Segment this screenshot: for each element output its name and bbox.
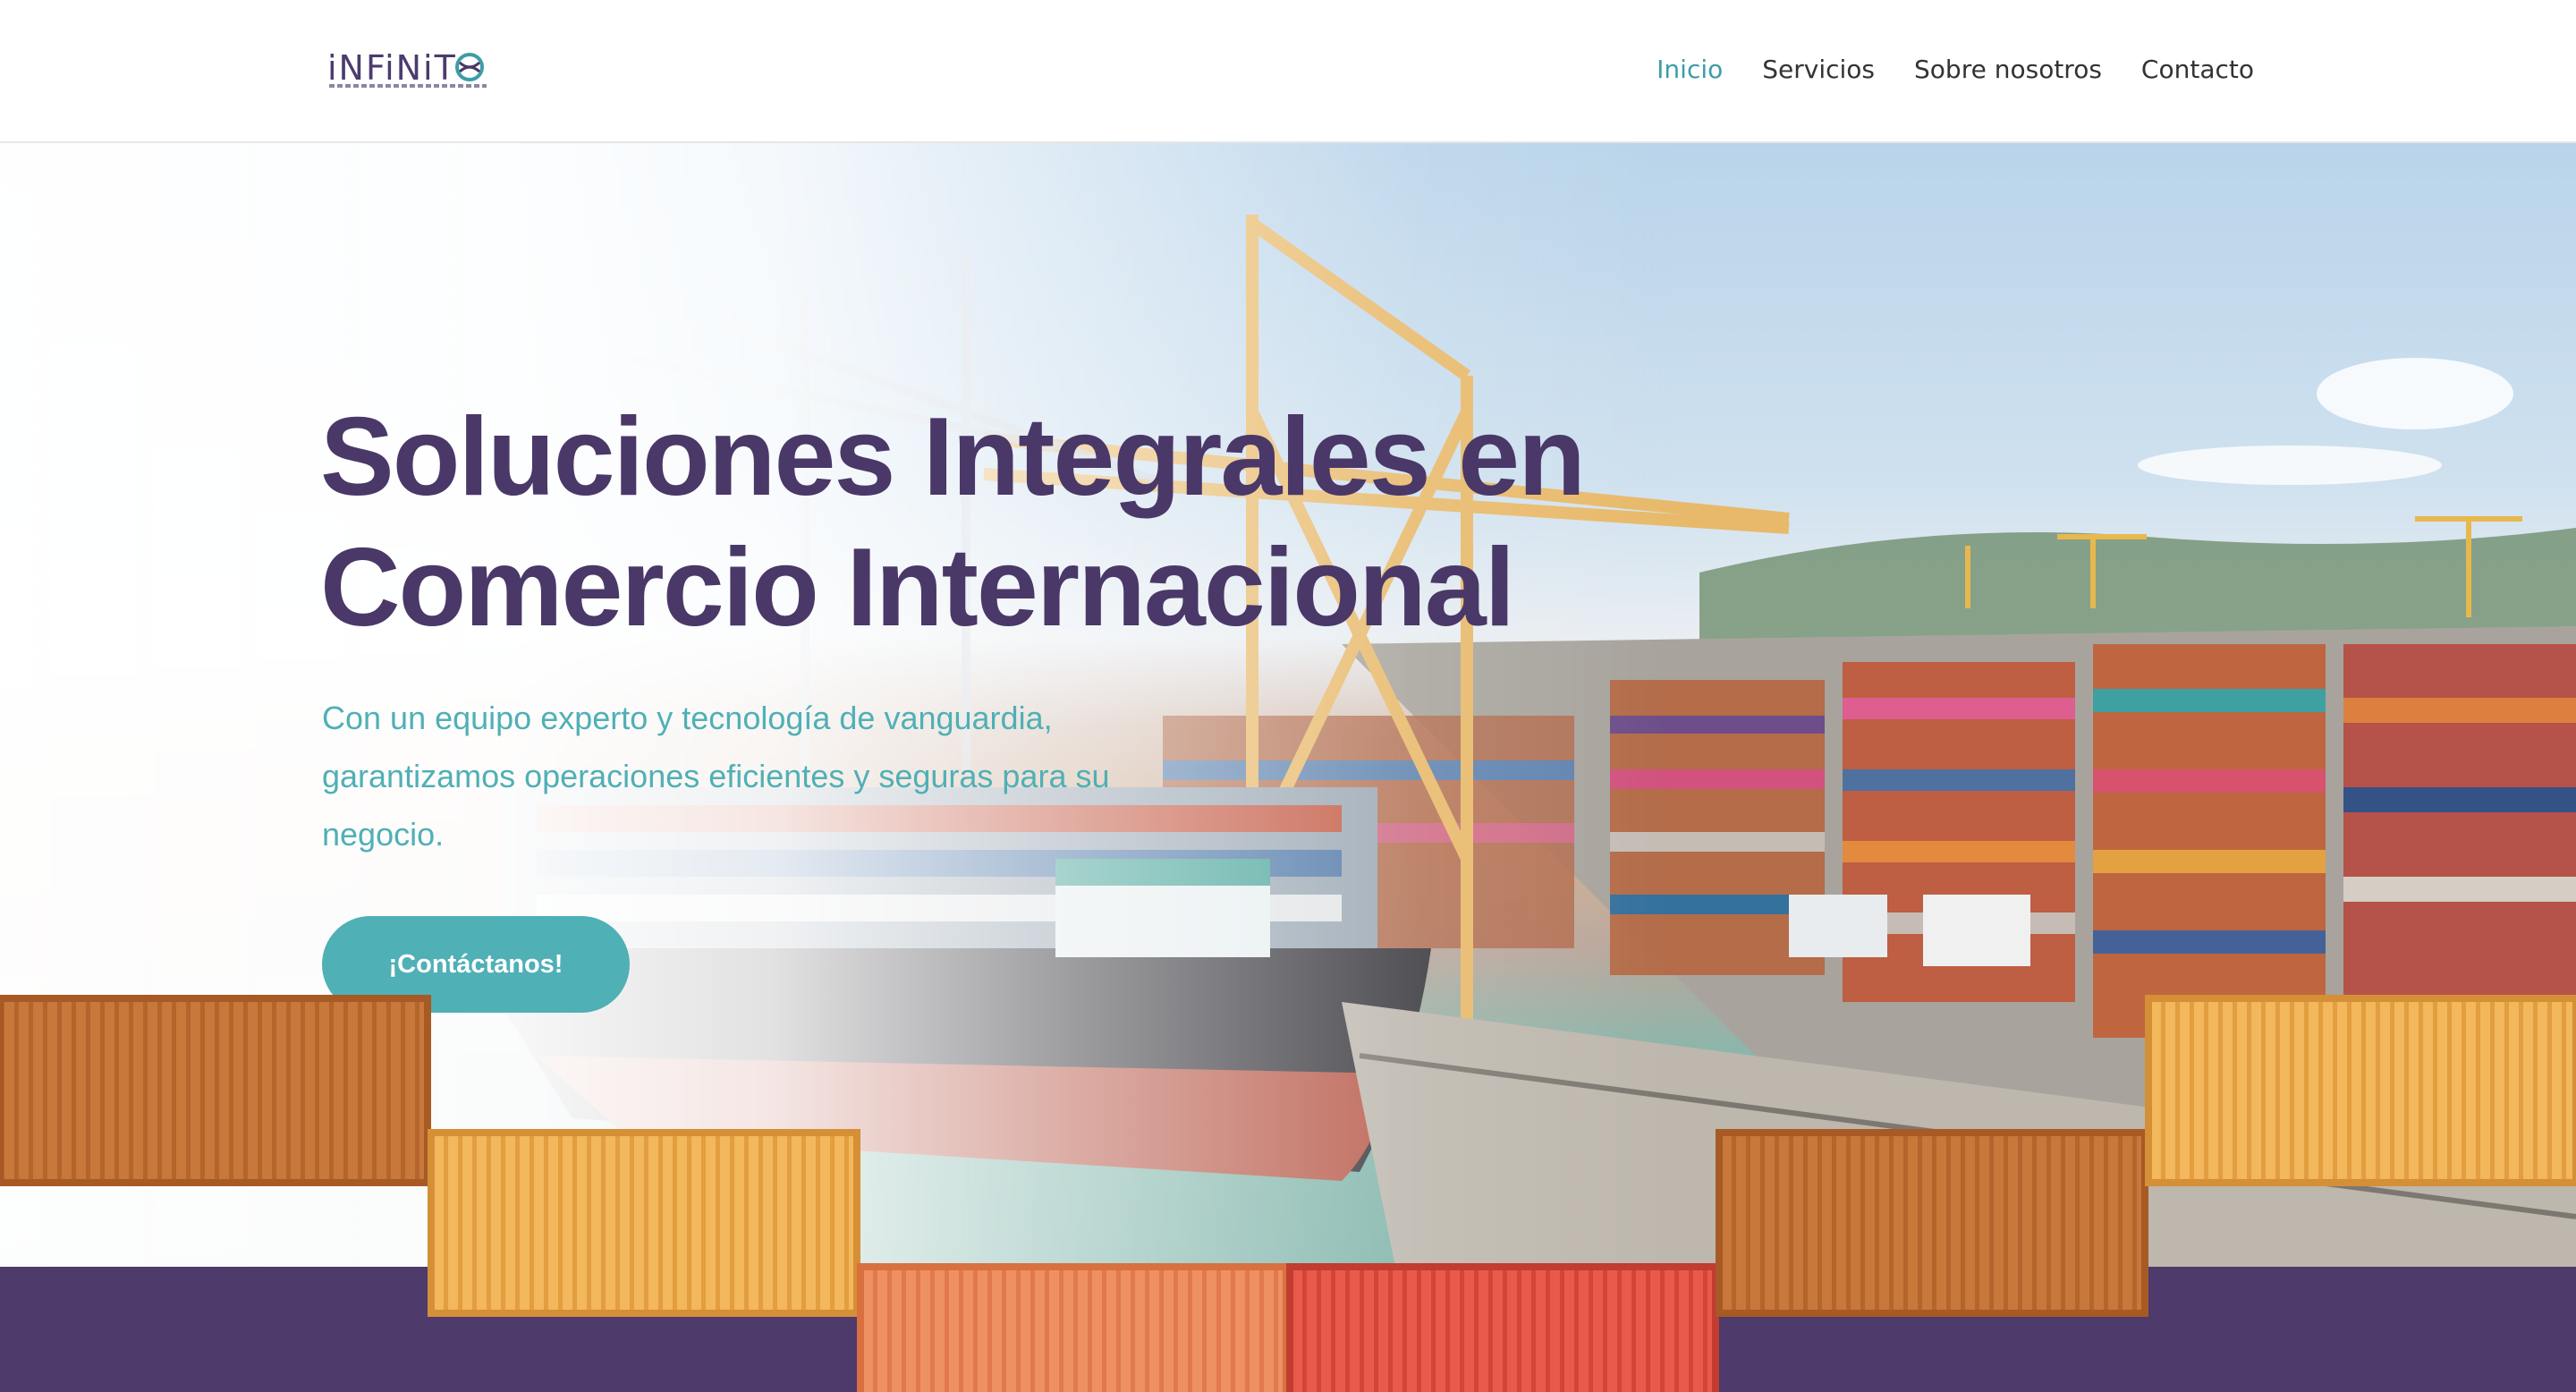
container-yellow-right (2145, 995, 2576, 1186)
container-orange-left (0, 995, 431, 1186)
globe-icon (455, 53, 484, 81)
nav-item-sobre-nosotros[interactable]: Sobre nosotros (1914, 52, 2102, 88)
container-yellow-left (428, 1129, 860, 1317)
nav-item-contacto[interactable]: Contacto (2141, 52, 2254, 88)
site-header: iNFiNiT Inicio Servicios Sobre nosotros … (0, 0, 2576, 143)
container-salmon (857, 1263, 1290, 1392)
container-red (1286, 1263, 1719, 1392)
nav-item-servicios[interactable]: Servicios (1762, 52, 1875, 88)
container-orange-right (1716, 1129, 2148, 1317)
main-nav: Inicio Servicios Sobre nosotros Contacto (1657, 52, 2254, 88)
logo-tagline (329, 84, 487, 88)
nav-item-inicio[interactable]: Inicio (1657, 52, 1723, 88)
logo-text: iNFiNiT (327, 48, 457, 88)
shipping-containers-decoration (0, 995, 2576, 1392)
company-logo[interactable]: iNFiNiT (327, 50, 488, 91)
